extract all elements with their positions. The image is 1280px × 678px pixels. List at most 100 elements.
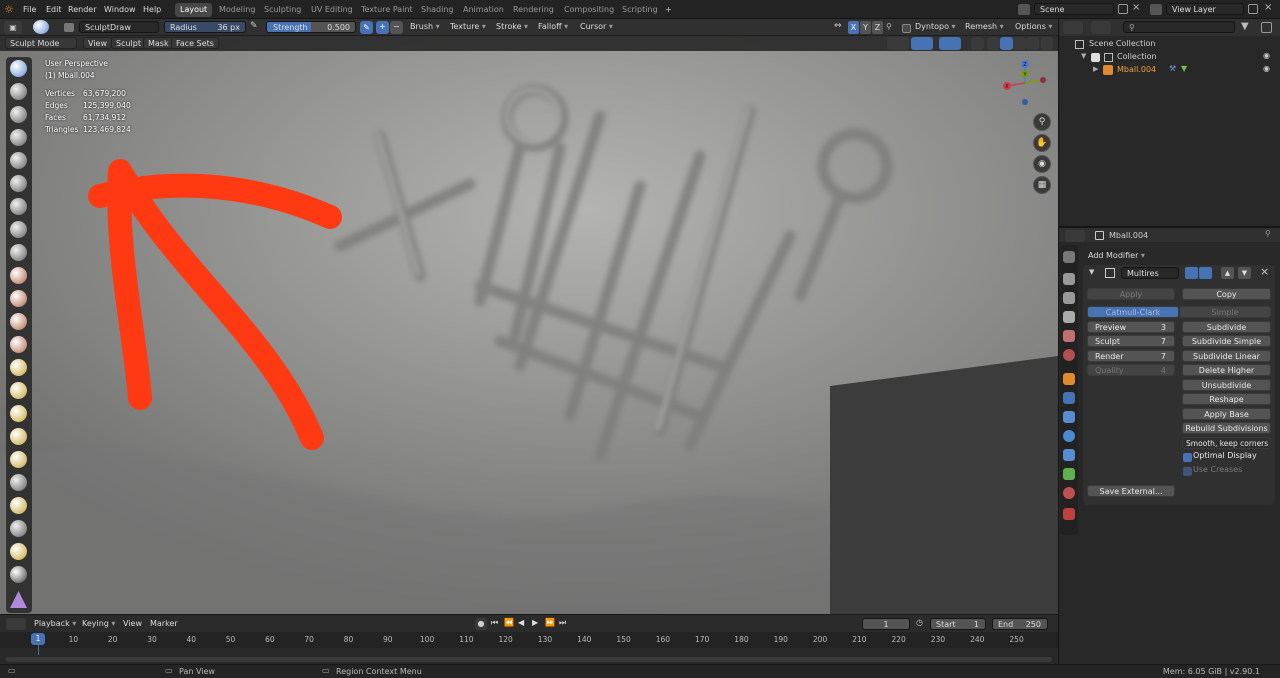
face-sets-menu[interactable]: Face Sets bbox=[171, 37, 219, 49]
marker-menu[interactable]: Marker bbox=[150, 618, 178, 630]
catmull-clark-toggle[interactable]: Catmull-Clark bbox=[1087, 306, 1179, 318]
render-tab-icon[interactable] bbox=[1063, 273, 1075, 285]
object-tab-icon[interactable] bbox=[1063, 373, 1075, 385]
subdivide-button[interactable]: Subdivide bbox=[1182, 321, 1271, 333]
outliner-editor-icon[interactable] bbox=[1063, 21, 1083, 34]
shading-solid-icon[interactable] bbox=[1000, 37, 1013, 50]
outliner-row-mball[interactable]: ▶ Mball.004 ⚒ ▼ ◉ bbox=[1059, 64, 1280, 77]
mask-tool-icon[interactable] bbox=[10, 566, 27, 583]
particles-tab-icon[interactable] bbox=[1063, 411, 1075, 423]
clay-tool-icon[interactable] bbox=[10, 106, 27, 123]
pan-hand-icon[interactable]: ✋ bbox=[1033, 134, 1051, 152]
shading-options-icon[interactable] bbox=[1041, 37, 1053, 50]
mode-selector[interactable]: Sculpt Mode bbox=[5, 37, 77, 49]
quality-field[interactable]: Quality 4 bbox=[1087, 364, 1175, 376]
unsubdivide-button[interactable]: Unsubdivide bbox=[1182, 379, 1271, 391]
navigation-gizmo[interactable]: Z X Y bbox=[1000, 58, 1050, 108]
elastic-deform-tool-icon[interactable] bbox=[10, 428, 27, 445]
jump-start-icon[interactable]: ⏮ bbox=[491, 618, 498, 628]
chevron-down-icon[interactable]: ▼ bbox=[1089, 268, 1094, 276]
keying-menu[interactable]: Keying bbox=[82, 618, 115, 630]
tab-animation[interactable]: Animation bbox=[458, 3, 509, 17]
blender-logo-icon[interactable]: ☼ bbox=[4, 3, 18, 16]
texture-tab-icon[interactable] bbox=[1063, 508, 1075, 520]
playback-menu[interactable]: Playback bbox=[34, 618, 76, 630]
editor-type-icon[interactable]: ▣ bbox=[4, 21, 22, 34]
copy-button[interactable]: Copy bbox=[1182, 288, 1271, 300]
mirror-x-toggle[interactable]: X bbox=[848, 21, 859, 34]
use-creases-checkbox[interactable] bbox=[1183, 467, 1192, 476]
filter-icon[interactable]: ▼ bbox=[1241, 21, 1249, 32]
jump-end-icon[interactable]: ⏭ bbox=[559, 618, 566, 628]
draw-tool-icon[interactable] bbox=[10, 60, 27, 77]
snake-hook-tool-icon[interactable] bbox=[10, 451, 27, 468]
menu-help[interactable]: Help bbox=[143, 3, 161, 16]
delete-scene-icon[interactable]: × bbox=[1132, 2, 1140, 13]
render-levels-field[interactable]: Render 7 bbox=[1087, 350, 1175, 362]
fill-tool-icon[interactable] bbox=[10, 313, 27, 330]
tab-modeling[interactable]: Modeling bbox=[214, 3, 260, 17]
properties-editor-icon[interactable] bbox=[1065, 230, 1085, 242]
uv-smooth-dropdown[interactable]: Smooth, keep corners bbox=[1182, 437, 1271, 449]
scrape-tool-icon[interactable] bbox=[10, 336, 27, 353]
mesh-data-icon[interactable]: ▼ bbox=[1181, 64, 1187, 73]
direction-add-icon[interactable]: + bbox=[376, 21, 389, 34]
mirror-z-toggle[interactable]: Z bbox=[872, 21, 883, 34]
data-tab-icon[interactable] bbox=[1063, 468, 1075, 480]
view-layer-icon[interactable] bbox=[1150, 4, 1162, 15]
tab-texture-paint[interactable]: Texture Paint bbox=[356, 3, 418, 17]
view-layer-tab-icon[interactable] bbox=[1063, 311, 1075, 323]
object-type-visibility-icon[interactable] bbox=[887, 37, 909, 50]
apply-base-button[interactable]: Apply Base bbox=[1182, 408, 1271, 420]
dyntopo-menu[interactable]: Dyntopo bbox=[915, 21, 956, 33]
outliner-row-collection[interactable]: ▼ Collection ◉ bbox=[1059, 51, 1280, 64]
record-icon[interactable]: ● bbox=[475, 618, 487, 630]
view-menu[interactable]: View bbox=[83, 37, 112, 49]
ortho-grid-icon[interactable]: ▦ bbox=[1033, 176, 1051, 194]
mirror-icon[interactable]: ⇔ bbox=[834, 21, 842, 31]
clay-thumb-tool-icon[interactable] bbox=[10, 152, 27, 169]
nudge-tool-icon[interactable] bbox=[10, 520, 27, 537]
timeline-view-menu[interactable]: View bbox=[123, 618, 142, 630]
move-up-icon[interactable]: ▲ bbox=[1221, 267, 1234, 279]
mask-menu[interactable]: Mask bbox=[143, 37, 174, 49]
eye-icon[interactable]: ◉ bbox=[1263, 51, 1270, 60]
material-tab-icon[interactable] bbox=[1063, 487, 1075, 499]
preview-levels-field[interactable]: Preview 3 bbox=[1087, 321, 1175, 333]
reshape-button[interactable]: Reshape bbox=[1182, 393, 1271, 405]
apply-button[interactable]: Apply bbox=[1087, 288, 1175, 300]
delete-higher-button[interactable]: Delete Higher bbox=[1182, 364, 1271, 376]
options-menu[interactable]: Options bbox=[1015, 21, 1052, 33]
tab-compositing[interactable]: Compositing bbox=[559, 3, 619, 17]
tab-sculpting[interactable]: Sculpting bbox=[259, 3, 306, 17]
prev-keyframe-icon[interactable]: ⏪ bbox=[504, 618, 514, 627]
brush-name-field[interactable]: SculptDraw bbox=[79, 21, 159, 33]
brush-menu[interactable]: Brush bbox=[410, 21, 440, 33]
mirror-y-toggle[interactable]: Y bbox=[860, 21, 871, 34]
add-workspace-button[interactable]: + bbox=[660, 3, 677, 17]
radius-field[interactable]: Radius 36 px bbox=[164, 21, 246, 33]
layer-tool-icon[interactable] bbox=[10, 175, 27, 192]
modifier-name-field[interactable]: Multires bbox=[1121, 267, 1179, 279]
save-external-button[interactable]: Save External... bbox=[1087, 485, 1175, 497]
menu-file[interactable]: File bbox=[23, 3, 36, 16]
pin-icon[interactable]: ⚲ bbox=[1265, 229, 1271, 238]
eye-icon[interactable]: ◉ bbox=[1263, 64, 1270, 73]
direction-subtract-icon[interactable]: − bbox=[390, 21, 403, 34]
sculpt-levels-field[interactable]: Sculpt 7 bbox=[1087, 335, 1175, 347]
new-scene-icon[interactable] bbox=[1118, 4, 1128, 14]
move-down-icon[interactable]: ▼ bbox=[1238, 267, 1251, 279]
subdivide-linear-button[interactable]: Subdivide Linear bbox=[1182, 350, 1271, 362]
show-in-render-icon[interactable] bbox=[1185, 267, 1198, 279]
clay-strips-tool-icon[interactable] bbox=[10, 129, 27, 146]
shading-rendered-icon[interactable] bbox=[1026, 37, 1039, 50]
pose-tool-icon[interactable] bbox=[10, 497, 27, 514]
zoom-icon[interactable]: ⚲ bbox=[1033, 113, 1051, 131]
lock-icon[interactable]: ⚲ bbox=[886, 22, 892, 31]
add-modifier-dropdown[interactable]: Add Modifier bbox=[1088, 250, 1273, 262]
physics-tab-icon[interactable] bbox=[1063, 430, 1075, 442]
menu-window[interactable]: Window bbox=[104, 3, 136, 16]
collection-checkbox[interactable] bbox=[1091, 53, 1100, 62]
brush-preview-icon[interactable] bbox=[33, 20, 49, 34]
optimal-display-checkbox[interactable] bbox=[1183, 453, 1192, 462]
